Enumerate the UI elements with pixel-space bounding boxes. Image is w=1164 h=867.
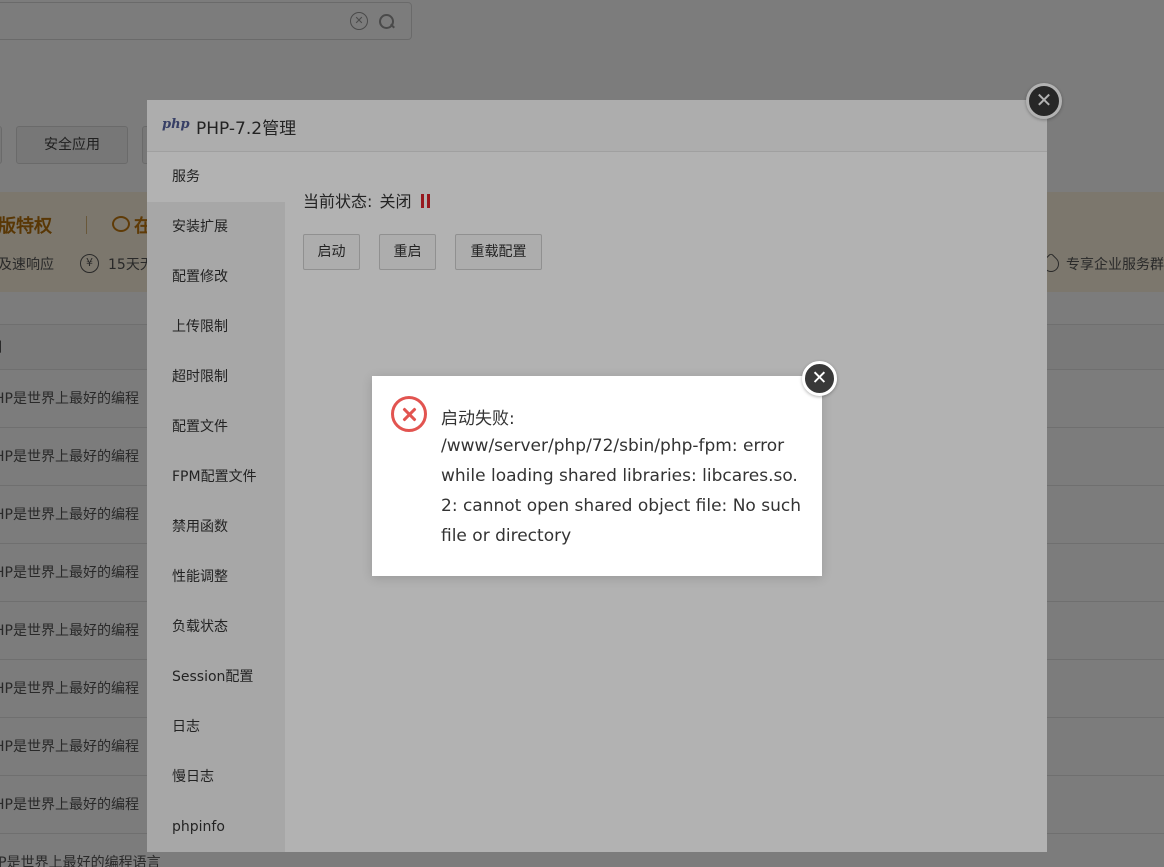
error-dialog: 启动失败: /www/server/php/72/sbin/php-fpm: e…	[372, 376, 822, 576]
error-close-icon[interactable]: ✕	[802, 361, 837, 396]
error-message: /www/server/php/72/sbin/php-fpm: error w…	[441, 436, 801, 546]
error-icon	[391, 396, 427, 432]
error-title: 启动失败:	[441, 409, 515, 429]
